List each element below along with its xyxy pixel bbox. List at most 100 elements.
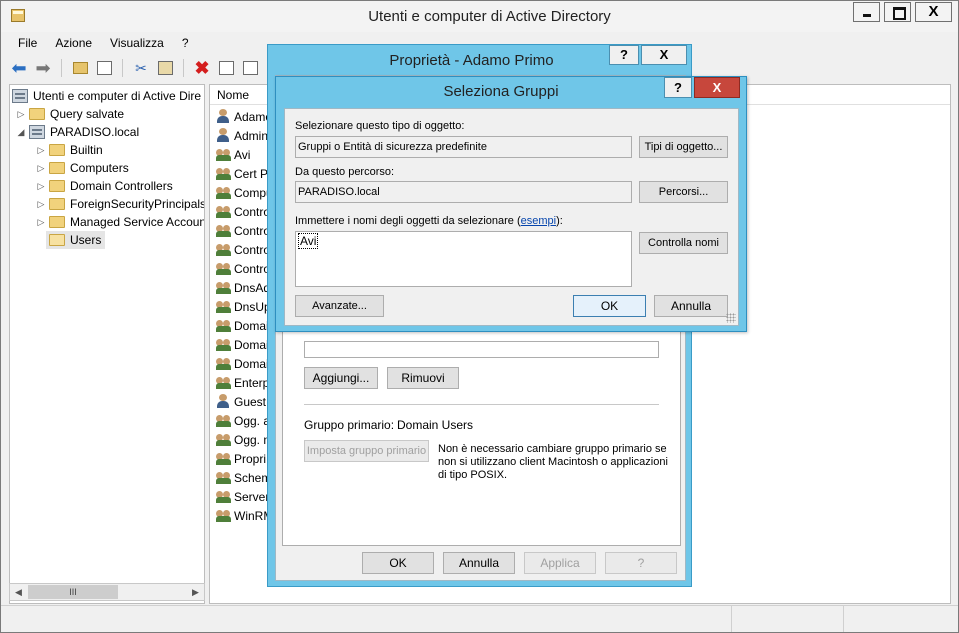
primary-note-line-1: Non è necessario cambiare gruppo primari… (438, 443, 667, 455)
paste-icon[interactable] (155, 58, 175, 78)
list-item[interactable]: Schem (216, 468, 271, 487)
group-icon (216, 356, 232, 371)
list-item[interactable]: DnsAd (216, 278, 270, 297)
tree-item-foreign-security[interactable]: ▷ ForeignSecurityPrincipals (36, 195, 205, 213)
tree-item-query-salvate[interactable]: ▷ Query salvate (16, 105, 125, 123)
list-item-name: Guest (234, 394, 267, 409)
list-item[interactable]: Guest (216, 392, 266, 411)
list-item-name: Contro (234, 223, 271, 238)
tree-item-label: Domain Controllers (70, 179, 173, 193)
list-item[interactable]: Domai (216, 354, 269, 373)
member-of-list[interactable] (304, 341, 659, 358)
examples-link[interactable]: esempi (521, 215, 556, 227)
tree-item-label: Users (70, 233, 102, 247)
object-names-input[interactable]: Avi (295, 231, 632, 287)
list-item[interactable]: Cert Pu (216, 164, 275, 183)
menu-file[interactable]: File (9, 34, 46, 52)
remove-group-button[interactable]: Rimuovi (387, 367, 459, 389)
up-folder-icon[interactable] (70, 58, 90, 78)
cut-icon[interactable]: ✂ (131, 58, 151, 78)
console-tree-icon[interactable] (94, 58, 114, 78)
expand-arrow-icon[interactable]: ▷ (36, 199, 46, 210)
list-item[interactable]: WinRM (216, 506, 273, 525)
list-item-name: Admin (234, 128, 269, 143)
tree-item-managed-service[interactable]: ▷ Managed Service Accoun (36, 213, 204, 231)
select-groups-help-button[interactable]: ? (664, 77, 692, 98)
properties-help-bottom-button[interactable]: ? (605, 552, 677, 574)
tree-item-users[interactable]: Users (36, 231, 106, 249)
menu-azione[interactable]: Azione (46, 34, 101, 52)
folder-icon (49, 216, 65, 228)
select-groups-close-button[interactable]: X (694, 77, 740, 98)
list-item[interactable]: Ogg. a (216, 411, 270, 430)
tree-horizontal-scrollbar[interactable]: ◀ III ▶ (9, 583, 205, 601)
expand-arrow-icon[interactable]: ▷ (36, 145, 46, 156)
check-names-button[interactable]: Controlla nomi (639, 232, 728, 254)
status-cell (731, 606, 843, 632)
collapse-arrow-icon[interactable]: ◢ (16, 127, 26, 138)
properties-icon[interactable] (216, 58, 236, 78)
list-item[interactable]: Contro (216, 221, 270, 240)
resize-grip-icon[interactable] (726, 313, 736, 323)
select-groups-cancel-button[interactable]: Annulla (654, 295, 728, 317)
scroll-right-icon[interactable]: ▶ (187, 584, 204, 600)
locations-button[interactable]: Percorsi... (639, 181, 728, 203)
expand-arrow-icon[interactable]: ▷ (16, 109, 26, 120)
expand-arrow-icon[interactable]: ▷ (36, 217, 46, 228)
list-item[interactable]: Propri (216, 449, 266, 468)
list-item[interactable]: Compu (216, 183, 273, 202)
list-item[interactable]: Domai (216, 335, 269, 354)
tree-item-domain-controllers[interactable]: ▷ Domain Controllers (36, 177, 173, 195)
tree-root[interactable]: Utenti e computer di Active Dire (12, 87, 201, 105)
delete-icon[interactable]: ✖ (192, 58, 212, 78)
properties-close-button[interactable]: X (641, 45, 687, 65)
menu-visualizza[interactable]: Visualizza (101, 34, 173, 52)
tree-item-paradiso[interactable]: ◢ PARADISO.local (16, 123, 139, 141)
group-icon (216, 337, 232, 352)
list-item-name: Contro (234, 242, 271, 257)
advanced-button[interactable]: Avanzate... (295, 295, 384, 317)
object-types-button[interactable]: Tipi di oggetto... (639, 136, 728, 158)
scroll-thumb[interactable]: III (28, 585, 118, 599)
menu-help[interactable]: ? (173, 34, 198, 52)
folder-icon (49, 180, 65, 192)
add-group-button[interactable]: Aggiungi... (304, 367, 378, 389)
tree-item-label: Builtin (70, 143, 103, 157)
back-arrow-icon[interactable]: ⬅ (9, 58, 29, 78)
properties-apply-button[interactable]: Applica (524, 552, 596, 574)
list-item[interactable]: Contro (216, 202, 270, 221)
list-item[interactable]: Contro (216, 240, 270, 259)
object-names-value: Avi (298, 233, 319, 249)
list-item[interactable]: Enterpr (216, 373, 273, 392)
properties-help-button[interactable]: ? (609, 45, 639, 65)
select-groups-ok-button[interactable]: OK (573, 295, 646, 317)
group-icon (216, 166, 232, 181)
list-item[interactable]: Domai (216, 316, 269, 335)
tree-item-computers[interactable]: ▷ Computers (36, 159, 129, 177)
maximize-button[interactable] (884, 2, 911, 22)
tree-item-builtin[interactable]: ▷ Builtin (36, 141, 103, 159)
forward-arrow-icon[interactable]: ➡ (33, 58, 53, 78)
list-item[interactable]: Contro (216, 259, 270, 278)
select-groups-dialog: Seleziona Gruppi ? X Selezionare questo … (275, 76, 747, 332)
properties-cancel-button[interactable]: Annulla (443, 552, 515, 574)
minimize-button[interactable] (853, 2, 880, 22)
list-item[interactable]: Adamo (216, 107, 272, 126)
user-icon (216, 109, 230, 124)
refresh-icon[interactable] (240, 58, 260, 78)
expand-arrow-icon[interactable]: ▷ (36, 163, 46, 174)
close-button[interactable]: X (915, 2, 952, 22)
select-groups-body: Selezionare questo tipo di oggetto: Grup… (284, 108, 739, 326)
set-primary-group-button[interactable]: Imposta gruppo primario (304, 440, 429, 462)
list-item-name: Contro (234, 204, 271, 219)
list-item[interactable]: Ogg. n (216, 430, 270, 449)
scroll-left-icon[interactable]: ◀ (10, 584, 27, 600)
list-item[interactable]: DnsUp (216, 297, 271, 316)
list-item[interactable]: Admin (216, 126, 268, 145)
tree-item-label: ForeignSecurityPrincipals (70, 197, 205, 211)
list-item[interactable]: Server (216, 487, 269, 506)
list-item[interactable]: Avi (216, 145, 250, 164)
group-icon (216, 280, 232, 295)
expand-arrow-icon[interactable]: ▷ (36, 181, 46, 192)
properties-ok-button[interactable]: OK (362, 552, 434, 574)
